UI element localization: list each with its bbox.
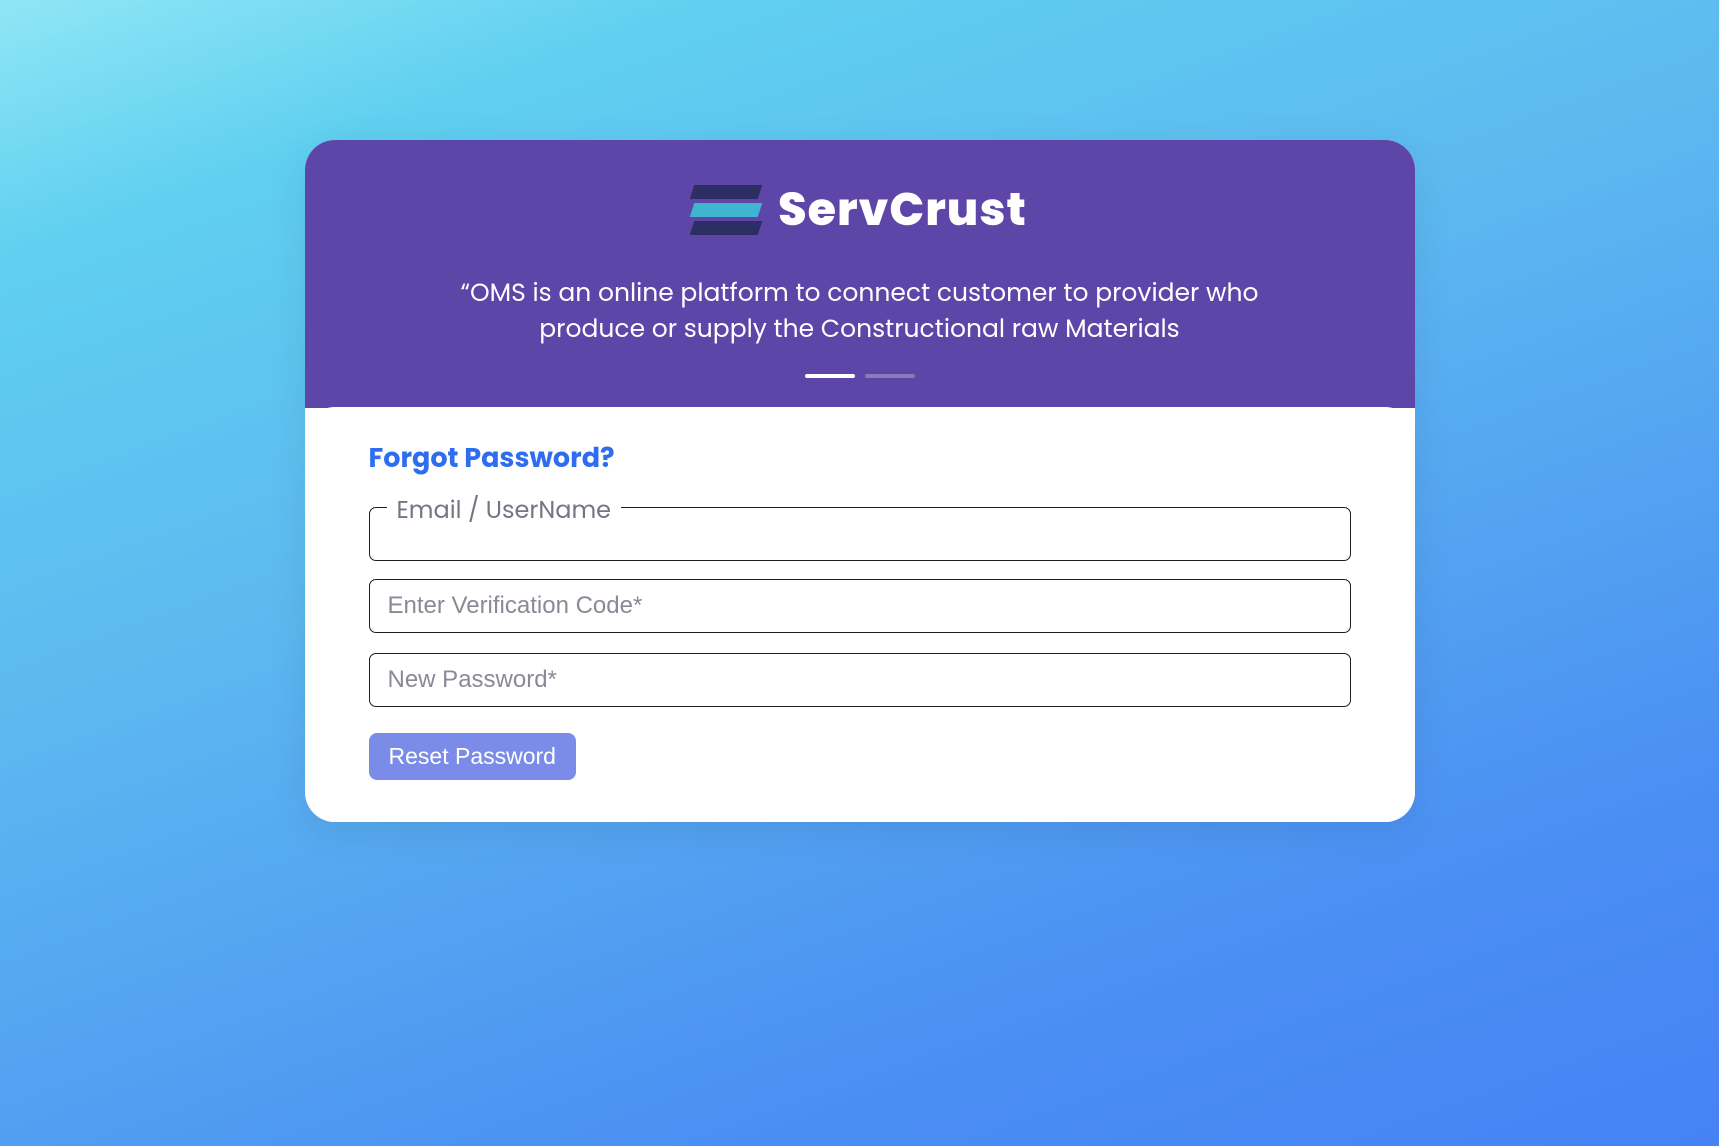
new-password-input[interactable]: [369, 653, 1351, 707]
carousel-dot-1[interactable]: [805, 374, 855, 378]
card-body: Forgot Password? Email / UserName Reset …: [305, 407, 1415, 822]
brand-name: ServCrust: [778, 176, 1027, 245]
carousel-dots: [345, 374, 1375, 378]
password-field-wrap: [369, 653, 1351, 707]
brand: ServCrust: [345, 176, 1375, 245]
email-field-wrap: Email / UserName: [369, 507, 1351, 561]
form-title: Forgot Password?: [369, 439, 1351, 479]
carousel-dot-2[interactable]: [865, 374, 915, 378]
reset-password-button[interactable]: Reset Password: [369, 733, 576, 780]
brand-logo-icon: [692, 185, 760, 237]
card-header: ServCrust “OMS is an online platform to …: [305, 140, 1415, 408]
verification-code-input[interactable]: [369, 579, 1351, 633]
auth-card: ServCrust “OMS is an online platform to …: [305, 140, 1415, 822]
email-label: Email / UserName: [387, 493, 622, 528]
brand-tagline: “OMS is an online platform to connect cu…: [420, 275, 1300, 348]
code-field-wrap: [369, 579, 1351, 633]
